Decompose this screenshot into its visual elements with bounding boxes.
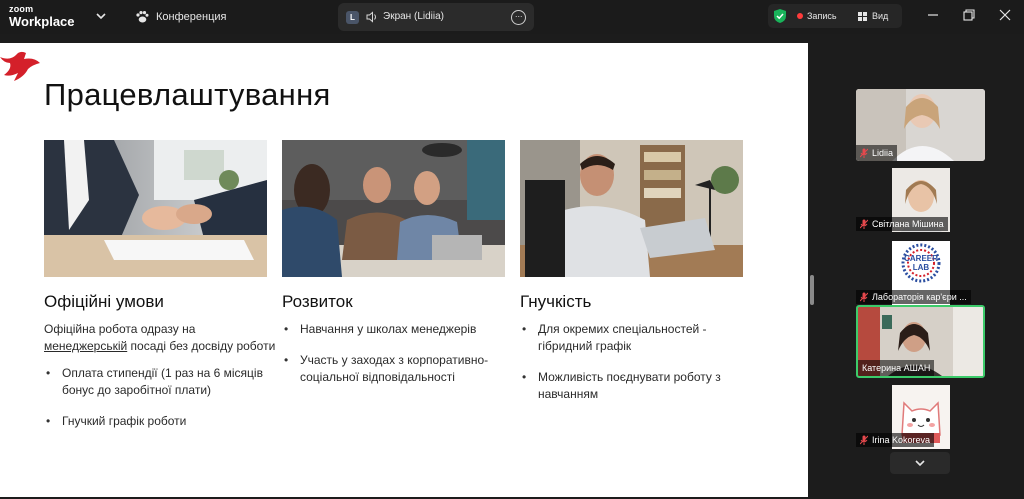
title-bar: zoom Workplace Конференция L Экран (Lidi… — [0, 0, 1024, 34]
minimize-icon[interactable] — [926, 8, 940, 22]
brand-top: zoom — [9, 4, 34, 14]
close-icon[interactable] — [998, 8, 1012, 22]
view-label: Вид — [872, 11, 889, 21]
paw-icon — [136, 11, 149, 23]
record-label: Запись — [807, 11, 837, 21]
record-button[interactable]: Запись — [797, 8, 847, 24]
chevron-down-icon[interactable] — [95, 10, 107, 22]
column-heading: Офіційні умови — [44, 292, 164, 311]
column-development: Розвиток Навчання у школах менеджерів Уч… — [282, 292, 514, 400]
slide-title: Працевлаштування — [44, 77, 331, 112]
photo-man-laptop — [520, 140, 743, 277]
screen-share-label: Экран (Lidiia) — [383, 11, 444, 22]
underlined-word: менеджерській — [44, 339, 128, 353]
more-options-icon[interactable]: ··· — [511, 10, 526, 25]
bullet-item: Гнучкий графік роботи — [44, 413, 276, 430]
conference-menu[interactable]: Конференция — [135, 8, 226, 26]
shield-check-icon[interactable] — [773, 8, 787, 24]
zoom-window: zoom Workplace Конференция L Экран (Lidi… — [0, 0, 1024, 499]
conference-label: Конференция — [156, 11, 227, 23]
participant-namebar: Irina Kokoreva — [856, 433, 935, 447]
brand-bottom: Workplace — [9, 14, 75, 29]
shared-screen-slide: Працевлаштування Офіційні умови Офіційна… — [0, 43, 808, 497]
view-button[interactable]: Вид — [858, 8, 898, 24]
screen-share-indicator[interactable]: L Экран (Lidiia) ··· — [338, 3, 534, 31]
participant-namebar: Lidiia — [856, 145, 898, 161]
participant-namebar: Катерина АШАН — [858, 360, 935, 376]
mic-muted-icon — [860, 148, 868, 158]
column-official-conditions: Офіційні умови Офіційна робота одразу на… — [44, 292, 276, 444]
bullet-item: Можливість поєднувати роботу з навчанням — [520, 369, 752, 403]
participant-name: Irina Kokoreva — [872, 435, 931, 445]
participant-tile[interactable]: Lidiia — [856, 89, 985, 161]
bird-logo — [0, 51, 40, 81]
participant-name: Світлана Мішина — [872, 219, 944, 229]
column-heading: Розвиток — [282, 292, 353, 311]
photo-team-meeting — [282, 140, 505, 277]
mic-muted-icon — [860, 435, 868, 445]
meeting-controls-pill: Запись Вид — [768, 4, 902, 28]
participant-name: Катерина АШАН — [862, 363, 931, 373]
bullet-item: Для окремих спеціальностей - гібридний г… — [520, 321, 752, 355]
scroll-down-button[interactable] — [890, 452, 950, 474]
column-flexibility: Гнучкість Для окремих спеціальностей - г… — [520, 292, 752, 417]
participant-namebar: Лабораторія кар'єри ... — [856, 290, 971, 304]
bullet-list: Навчання у школах менеджерів Участь у за… — [282, 321, 514, 386]
restore-icon[interactable] — [962, 8, 976, 22]
column-intro: Офіційна робота одразу на менеджерській … — [44, 322, 276, 353]
speaker-icon — [366, 11, 376, 23]
participant-name: Lidiia — [872, 148, 894, 158]
grid-view-icon — [858, 11, 867, 21]
logo-text-line1: CAREER — [904, 254, 938, 263]
participant-tile-active-speaker[interactable]: Катерина АШАН — [856, 305, 985, 378]
bullet-item: Участь у заходах з корпоративно-соціальн… — [282, 352, 514, 386]
record-dot-icon — [797, 13, 803, 19]
mic-muted-icon — [860, 292, 868, 302]
participant-namebar: Світлана Мішина — [856, 217, 948, 231]
logo-text-line2: LAB — [913, 263, 930, 272]
photo-office-documents — [44, 140, 267, 277]
presenter-initial-badge: L — [346, 11, 359, 24]
column-heading: Гнучкість — [520, 292, 592, 311]
bullet-list: Для окремих спеціальностей - гібридний г… — [520, 321, 752, 403]
zoom-brand[interactable]: zoom Workplace — [9, 4, 75, 29]
bullet-item: Оплата стипендії (1 раз на 6 місяців бон… — [44, 365, 276, 399]
bullet-list: Оплата стипендії (1 раз на 6 місяців бон… — [44, 365, 276, 430]
mic-muted-icon — [860, 219, 868, 229]
bullet-item: Навчання у школах менеджерів — [282, 321, 514, 338]
chevron-down-icon — [915, 460, 925, 467]
participant-name: Лабораторія кар'єри ... — [872, 292, 967, 302]
panel-resize-handle[interactable] — [810, 275, 814, 305]
